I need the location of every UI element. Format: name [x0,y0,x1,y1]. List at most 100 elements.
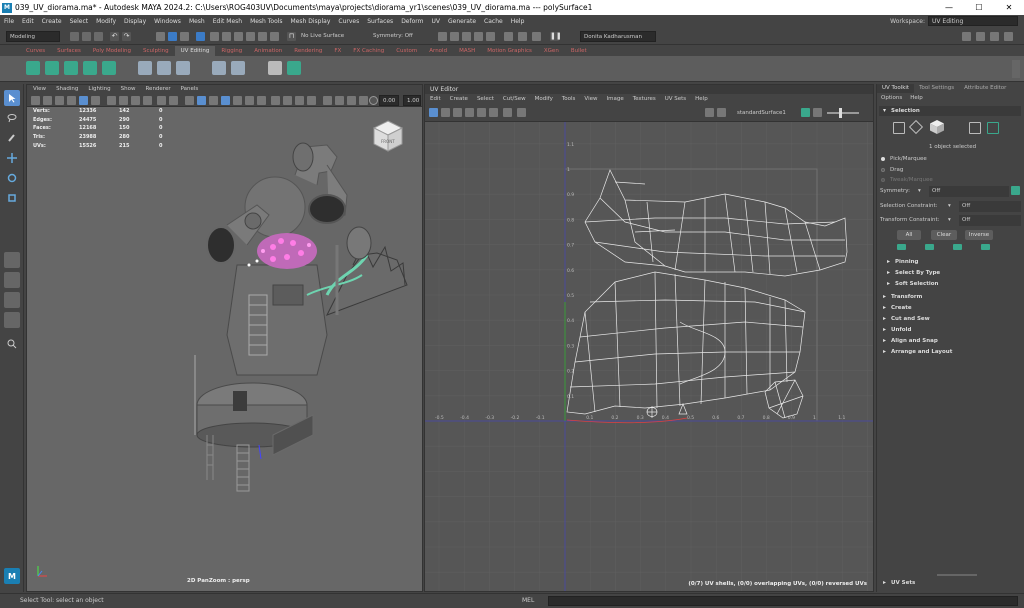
uv-mode-icon[interactable] [465,108,474,117]
hypershade-icon[interactable] [474,32,483,41]
viewport-menu-renderer[interactable]: Renderer [145,85,170,94]
shelf-tab-sculpting[interactable]: Sculpting [137,46,175,56]
paint-select-tool-icon[interactable] [4,130,20,146]
select-inverse-button[interactable]: Inverse [965,230,993,240]
shelf-tab-custom[interactable]: Custom [390,46,423,56]
menu-display[interactable]: Display [124,18,146,25]
uv-isolate-icon[interactable] [801,108,810,117]
live-surface-field[interactable]: No Live Surface [298,31,358,42]
select-tool-icon[interactable] [4,90,20,106]
radio-pick-marquee[interactable] [881,157,885,161]
resolution-gate-icon[interactable] [131,96,140,105]
diorama-model[interactable] [177,135,417,495]
radio-tweak-marquee[interactable] [881,178,885,182]
layout-icon[interactable] [231,61,245,75]
viewport-menu-lighting[interactable]: Lighting [88,85,110,94]
uv-dim-slider-handle[interactable] [839,108,842,118]
grease-pencil-icon[interactable] [91,96,100,105]
shelf-tab-motion-graphics[interactable]: Motion Graphics [481,46,538,56]
field-chart-icon[interactable] [157,96,166,105]
shelf-tab-poly-modeling[interactable]: Poly Modeling [87,46,137,56]
gate-mask-icon[interactable] [143,96,152,105]
toolkit-menu-help[interactable]: Help [910,93,923,104]
select-clear-button[interactable]: Clear [931,230,957,240]
transform-constraint-dropdown[interactable]: Off [959,215,1021,226]
xray-joints-icon[interactable] [347,96,356,105]
toolkit-menu-options[interactable]: Options [881,93,902,104]
exposure-field[interactable]: 0.00 [379,95,399,106]
section-cut-and-sew[interactable]: Cut and Sew [879,314,1021,324]
menu-mesh-tools[interactable]: Mesh Tools [250,18,282,25]
menu-file[interactable]: File [4,18,14,25]
edge-mode-icon[interactable] [908,119,924,135]
select-border-icon[interactable] [897,244,906,250]
depth-of-field-icon[interactable] [307,96,316,105]
anti-aliasing-icon[interactable] [295,96,304,105]
open-scene-icon[interactable] [82,32,91,41]
uv-menu-view[interactable]: View [584,94,597,104]
shelf-tab-fx-caching[interactable]: FX Caching [347,46,390,56]
tab-attribute-editor[interactable]: Attribute Editor [959,84,1011,93]
snap-surface-icon[interactable] [258,32,267,41]
uv-canvas[interactable]: -0.5 -0.4 -0.3 -0.2 -0.1 0.1 0.2 0.3 0.4 0.5 0.6 0.… [425,122,873,591]
symmetry-toggle-icon[interactable] [1011,186,1020,195]
outliner-layout-icon[interactable] [4,312,20,328]
modeling-toolkit-toggle-icon[interactable] [1004,32,1013,41]
select-all-button[interactable]: All [897,230,921,240]
symmetry-field[interactable]: Symmetry: Off [370,31,430,42]
viewport-menu-panels[interactable]: Panels [181,85,199,94]
transform-constraint-arrow[interactable]: ▾ [945,215,957,226]
default-material-icon[interactable] [209,96,218,105]
uv-checker-icon[interactable] [705,108,714,117]
uv-menu-uv-sets[interactable]: UV Sets [665,94,686,104]
uv-shell-mode-icon[interactable] [477,108,486,117]
film-gate-icon[interactable] [119,96,128,105]
select-hierarchy-icon[interactable] [156,32,165,41]
minimize-button[interactable]: — [934,0,964,15]
menu-help[interactable]: Help [511,18,525,25]
make-live-icon[interactable] [270,32,279,41]
wireframe-on-shaded-icon[interactable] [221,96,230,105]
uv-menu-image[interactable]: Image [606,94,623,104]
menu-create[interactable]: Create [42,18,62,25]
symmetry-dropdown[interactable]: Off [929,186,1009,197]
select-shell-border-icon[interactable] [925,244,934,250]
four-view-layout-icon[interactable] [4,272,20,288]
shelf-tab-rigging[interactable]: Rigging [215,46,248,56]
face-mode-icon[interactable] [929,119,945,135]
shell-select-mode-icon[interactable] [987,122,999,134]
move-tool-icon[interactable] [4,150,20,166]
menu-modify[interactable]: Modify [96,18,116,25]
uv-select-mode-icon[interactable] [969,122,981,134]
uv-menu-help[interactable]: Help [695,94,708,104]
select-backfacing-icon[interactable] [981,244,990,250]
automatic-mapping-icon[interactable] [83,61,97,75]
tab-tool-settings[interactable]: Tool Settings [914,84,959,93]
lasso-tool-icon[interactable] [4,110,20,126]
menu-deform[interactable]: Deform [401,18,423,25]
cut-uv-edges-icon[interactable] [138,61,152,75]
camera-select-icon[interactable] [31,96,40,105]
shelf-tab-surfaces[interactable]: Surfaces [51,46,87,56]
camera-attributes-icon[interactable] [43,96,52,105]
uv-menu-cut-sew[interactable]: Cut/Sew [503,94,526,104]
select-object-icon[interactable] [168,32,177,41]
section-uv-sets[interactable]: UV Sets [879,578,1021,588]
safe-action-icon[interactable] [169,96,178,105]
close-button[interactable]: ✕ [994,0,1024,15]
new-scene-icon[interactable] [70,32,79,41]
lights-icon[interactable] [245,96,254,105]
viewport-menu-show[interactable]: Show [121,85,136,94]
symmetry-dropdown-arrow[interactable]: ▾ [915,186,927,197]
menu-uv[interactable]: UV [432,18,441,25]
single-perspective-layout-icon[interactable] [4,252,20,268]
channel-box-toggle-icon[interactable] [990,32,999,41]
shelf-tab-curves[interactable]: Curves [20,46,51,56]
isolate-select-icon[interactable] [323,96,332,105]
user-account-dropdown[interactable]: Donita Kadharusman [580,31,656,42]
sew-uv-edges-icon[interactable] [157,61,171,75]
snap-point-icon[interactable] [234,32,243,41]
image-plane-icon[interactable] [67,96,76,105]
spherical-mapping-icon[interactable] [64,61,78,75]
menu-generate[interactable]: Generate [448,18,476,25]
